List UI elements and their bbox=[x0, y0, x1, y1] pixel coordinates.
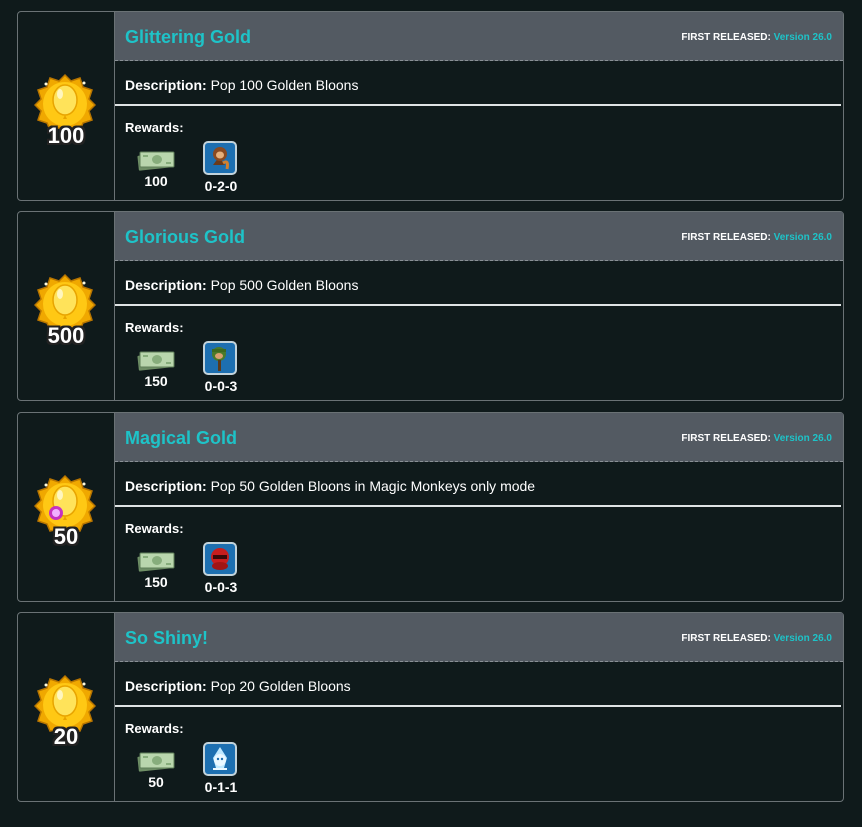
boomerang-monkey-icon[interactable] bbox=[203, 141, 237, 175]
medal-column: 50 bbox=[18, 413, 115, 601]
cash-reward: 150 bbox=[144, 574, 168, 590]
achievement-description: Description: Pop 100 Golden Bloons bbox=[125, 77, 358, 93]
achievement-card: 500 Glorious Gold FIRST RELEASED: Version … bbox=[17, 211, 844, 401]
sniper-monkey-icon[interactable] bbox=[203, 341, 237, 375]
achievement-description: Description: Pop 50 Golden Bloons in Mag… bbox=[125, 478, 535, 494]
description-label: Description: bbox=[125, 678, 207, 694]
medal-column: 20 bbox=[18, 613, 115, 801]
cash-reward: 100 bbox=[144, 173, 168, 189]
cash-icon bbox=[137, 149, 175, 171]
cash-reward: 50 bbox=[148, 774, 164, 790]
tower-upgrade-path: 0-2-0 bbox=[204, 178, 238, 194]
medal-column: 100 bbox=[18, 12, 115, 200]
achievement-title[interactable]: Magical Gold bbox=[125, 428, 237, 449]
rewards-label: Rewards: bbox=[125, 320, 184, 335]
ice-monkey-icon[interactable] bbox=[203, 742, 237, 776]
release-info: FIRST RELEASED: Version 26.0 bbox=[681, 633, 832, 644]
card-content: So Shiny! FIRST RELEASED: Version 26.0 Des… bbox=[115, 613, 843, 801]
release-version-link[interactable]: Version 26.0 bbox=[774, 232, 832, 243]
release-label: FIRST RELEASED: bbox=[681, 232, 771, 243]
card-header: Glorious Gold FIRST RELEASED: Version 26.… bbox=[115, 212, 843, 261]
divider bbox=[115, 505, 841, 507]
tower-upgrade-path: 0-0-3 bbox=[204, 378, 238, 394]
description-label: Description: bbox=[125, 77, 207, 93]
cash-icon bbox=[137, 550, 175, 572]
tower-upgrade-path: 0-1-1 bbox=[204, 779, 238, 795]
release-info: FIRST RELEASED: Version 26.0 bbox=[681, 433, 832, 444]
release-info: FIRST RELEASED: Version 26.0 bbox=[681, 232, 832, 243]
description-label: Description: bbox=[125, 478, 207, 494]
card-header: So Shiny! FIRST RELEASED: Version 26.0 bbox=[115, 613, 843, 662]
medal-number: 50 bbox=[53, 524, 79, 549]
description-text: Pop 100 Golden Bloons bbox=[210, 77, 359, 93]
card-content: Magical Gold FIRST RELEASED: Version 26.0… bbox=[115, 413, 843, 601]
release-version-link[interactable]: Version 26.0 bbox=[774, 433, 832, 444]
achievement-description: Description: Pop 500 Golden Bloons bbox=[125, 277, 358, 293]
achievement-title[interactable]: Glorious Gold bbox=[125, 227, 245, 248]
card-header: Glittering Gold FIRST RELEASED: Version 2… bbox=[115, 12, 843, 61]
release-version-link[interactable]: Version 26.0 bbox=[774, 32, 832, 43]
tower-upgrade-path: 0-0-3 bbox=[204, 579, 238, 595]
release-info: FIRST RELEASED: Version 26.0 bbox=[681, 32, 832, 43]
divider bbox=[115, 104, 841, 106]
medal-number: 500 bbox=[47, 323, 85, 348]
cash-icon bbox=[137, 349, 175, 371]
rewards-label: Rewards: bbox=[125, 120, 184, 135]
ninja-monkey-icon[interactable] bbox=[203, 542, 237, 576]
medal-number: 100 bbox=[47, 123, 85, 148]
rewards-label: Rewards: bbox=[125, 521, 184, 536]
rewards-label: Rewards: bbox=[125, 721, 184, 736]
achievement-card: 50 Magical Gold FIRST RELEASED: Version 26… bbox=[17, 412, 844, 602]
divider bbox=[115, 705, 841, 707]
card-content: Glorious Gold FIRST RELEASED: Version 26.… bbox=[115, 212, 843, 400]
release-version-link[interactable]: Version 26.0 bbox=[774, 633, 832, 644]
release-label: FIRST RELEASED: bbox=[681, 433, 771, 444]
achievement-description: Description: Pop 20 Golden Bloons bbox=[125, 678, 351, 694]
achievement-card: 20 So Shiny! FIRST RELEASED: Version 26.0 D… bbox=[17, 612, 844, 802]
description-label: Description: bbox=[125, 277, 207, 293]
achievement-title[interactable]: So Shiny! bbox=[125, 628, 208, 649]
medal-number: 20 bbox=[53, 724, 79, 749]
achievement-title[interactable]: Glittering Gold bbox=[125, 27, 251, 48]
cash-icon bbox=[137, 750, 175, 772]
divider bbox=[115, 304, 841, 306]
card-header: Magical Gold FIRST RELEASED: Version 26.0 bbox=[115, 413, 843, 462]
description-text: Pop 50 Golden Bloons in Magic Monkeys on… bbox=[210, 478, 536, 494]
cash-reward: 150 bbox=[144, 373, 168, 389]
description-text: Pop 500 Golden Bloons bbox=[210, 277, 359, 293]
description-text: Pop 20 Golden Bloons bbox=[210, 678, 351, 694]
release-label: FIRST RELEASED: bbox=[681, 32, 771, 43]
card-content: Glittering Gold FIRST RELEASED: Version 2… bbox=[115, 12, 843, 200]
release-label: FIRST RELEASED: bbox=[681, 633, 771, 644]
achievement-card: 100 Glittering Gold FIRST RELEASED: Versio… bbox=[17, 11, 844, 201]
medal-column: 500 bbox=[18, 212, 115, 400]
